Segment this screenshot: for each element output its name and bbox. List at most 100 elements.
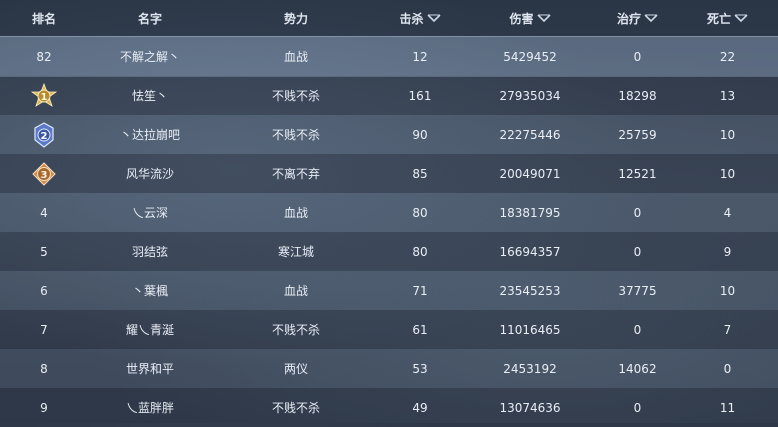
deaths: 10 [719, 127, 736, 142]
faction: 不贱不杀 [271, 323, 320, 337]
col-header-kills-label: 击杀 [399, 11, 424, 26]
deaths: 11 [719, 400, 736, 415]
gold-medal-icon: 1 [31, 82, 57, 107]
faction: 血战 [283, 206, 308, 220]
col-header-deaths[interactable]: 死亡 [690, 0, 765, 36]
rank-medal: 1 [14, 76, 74, 115]
player-name: 乀蓝胖胖 [125, 401, 174, 415]
sort-down-icon[interactable] [536, 13, 551, 23]
table-header: 排名 名字 势力 击杀 伤害 治疗 死亡 [0, 0, 778, 36]
damage: 23545253 [499, 283, 561, 298]
self-row[interactable]: 82 不解之解丶 血战 12 5429452 0 22 [0, 36, 778, 77]
player-name: 丶葉楓 [131, 284, 168, 298]
col-header-damage-label: 伤害 [509, 11, 534, 26]
damage: 20049071 [499, 166, 561, 181]
faction: 不离不弃 [271, 167, 320, 181]
player-name: 不解之解丶 [119, 50, 180, 64]
healing: 0 [633, 322, 642, 337]
table-row[interactable]: 8 世界和平 两仪 53 2453192 14062 0 [0, 349, 778, 388]
healing: 0 [633, 205, 642, 220]
kills: 12 [412, 49, 428, 64]
faction: 不贱不杀 [271, 89, 320, 103]
deaths: 10 [719, 283, 736, 298]
player-name: 世界和平 [125, 362, 174, 376]
rank: 5 [40, 244, 48, 259]
rank: 9 [40, 400, 48, 415]
kills: 53 [412, 361, 428, 376]
deaths: 0 [723, 361, 732, 376]
player-name: 耀乀青涎 [125, 323, 174, 337]
healing: 37775 [618, 283, 657, 298]
table-row[interactable]: 9 乀蓝胖胖 不贱不杀 49 13074636 0 11 [0, 388, 778, 427]
rank-medal: 2 [14, 115, 74, 154]
col-header-faction: 势力 [283, 11, 308, 26]
player-name: 丶达拉崩吧 [119, 128, 180, 142]
damage: 18381795 [499, 205, 561, 220]
damage: 2453192 [503, 361, 557, 376]
player-name: 羽结弦 [131, 245, 168, 259]
kills: 80 [412, 244, 428, 259]
col-header-kills[interactable]: 击杀 [380, 0, 460, 36]
faction: 寒江城 [277, 245, 314, 259]
table-row[interactable]: 4 乀云深 血战 80 18381795 0 4 [0, 193, 778, 232]
healing: 0 [633, 244, 642, 259]
table-row[interactable]: 7 耀乀青涎 不贱不杀 61 11016465 0 7 [0, 310, 778, 349]
kills: 61 [412, 322, 428, 337]
table-row[interactable]: 3 风华流沙 不离不弃 85 20049071 12521 10 [0, 154, 778, 193]
rank: 6 [40, 283, 48, 298]
col-header-name: 名字 [137, 11, 162, 26]
col-header-deaths-label: 死亡 [706, 11, 731, 26]
kills: 49 [412, 400, 428, 415]
rank-medal: 3 [14, 154, 74, 193]
damage: 27935034 [499, 88, 561, 103]
col-header-damage[interactable]: 伤害 [475, 0, 585, 36]
healing: 12521 [618, 166, 657, 181]
deaths: 13 [719, 88, 736, 103]
sort-down-icon[interactable] [426, 13, 441, 23]
table-row[interactable]: 2 丶达拉崩吧 不贱不杀 90 22275446 25759 10 [0, 115, 778, 154]
sort-down-icon[interactable] [734, 13, 748, 23]
col-header-rank: 排名 [31, 11, 56, 26]
rank: 8 [40, 361, 48, 376]
damage: 5429452 [503, 49, 557, 64]
rank-number: 2 [41, 131, 48, 142]
table-row[interactable]: 1 怯笙丶 不贱不杀 161 27935034 18298 13 [0, 76, 778, 115]
kills: 161 [408, 88, 432, 103]
rank-number: 1 [41, 92, 48, 103]
deaths: 9 [723, 244, 732, 259]
col-header-healing[interactable]: 治疗 [590, 0, 685, 36]
kills: 80 [412, 205, 428, 220]
rank: 4 [40, 205, 48, 220]
table-row[interactable]: 6 丶葉楓 血战 71 23545253 37775 10 [0, 271, 778, 310]
healing: 0 [633, 49, 642, 64]
deaths: 10 [719, 166, 736, 181]
faction: 血战 [283, 50, 308, 64]
rank: 7 [40, 322, 48, 337]
rank-number: 3 [41, 170, 48, 181]
col-header-healing-label: 治疗 [616, 11, 641, 26]
player-name: 风华流沙 [125, 167, 174, 181]
damage: 13074636 [499, 400, 561, 415]
deaths: 7 [723, 322, 732, 337]
kills: 90 [412, 127, 428, 142]
deaths: 4 [723, 205, 732, 220]
bronze-medal-icon: 3 [32, 161, 56, 186]
healing: 0 [633, 400, 642, 415]
table-row[interactable]: 5 羽结弦 寒江城 80 16694357 0 9 [0, 232, 778, 271]
faction: 不贱不杀 [271, 401, 320, 415]
sort-down-icon[interactable] [644, 13, 658, 23]
faction: 两仪 [283, 362, 308, 376]
healing: 14062 [618, 361, 657, 376]
damage: 22275446 [499, 127, 561, 142]
silver-medal-icon: 2 [34, 121, 54, 148]
kills: 71 [412, 283, 428, 298]
player-name: 怯笙丶 [131, 89, 168, 103]
faction: 血战 [283, 284, 308, 298]
faction: 不贱不杀 [271, 128, 320, 142]
kills: 85 [412, 166, 428, 181]
damage: 16694357 [499, 244, 561, 259]
rank: 82 [36, 49, 52, 64]
scoreboard: 排名 名字 势力 击杀 伤害 治疗 死亡 82 不解之解丶 血战 12 5429… [0, 0, 778, 427]
player-name: 乀云深 [131, 206, 168, 220]
damage: 11016465 [499, 322, 561, 337]
